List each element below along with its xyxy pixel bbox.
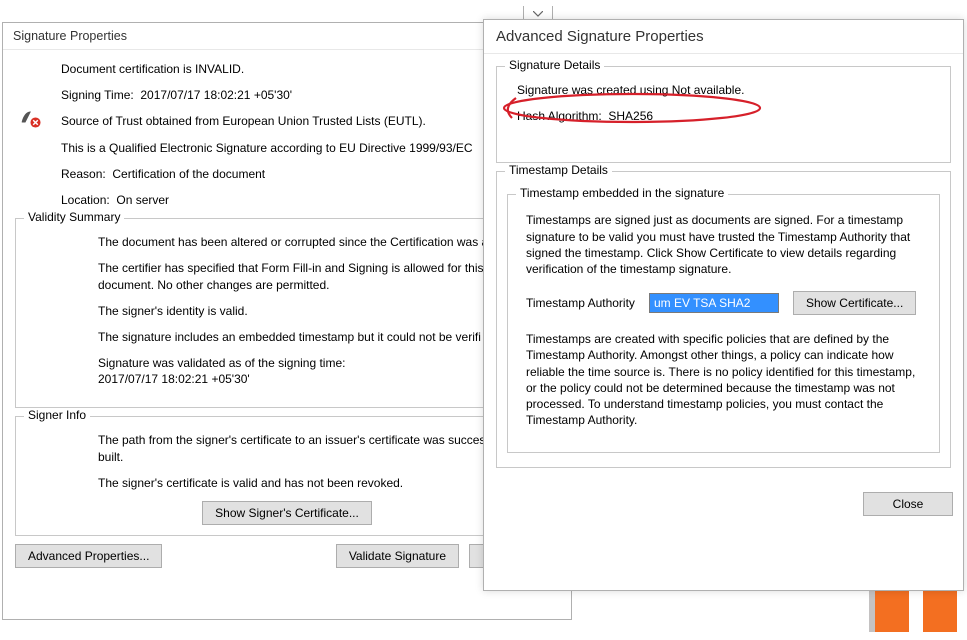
timestamp-details-legend: Timestamp Details: [505, 163, 612, 177]
signer-info-legend: Signer Info: [24, 408, 90, 422]
timestamp-authority-label: Timestamp Authority: [526, 296, 635, 310]
hash-algorithm-value: SHA256: [608, 109, 653, 123]
location-value: On server: [116, 193, 169, 207]
validity-summary-group: Validity Summary The document has been a…: [15, 218, 559, 408]
signer-line-2: The signer's certificate is valid and ha…: [98, 475, 548, 491]
reason-value: Certification of the document: [112, 167, 265, 181]
validity-line-4: The signature includes an embedded times…: [98, 329, 548, 345]
bg-orange-bars: [875, 586, 957, 632]
signer-info-group: Signer Info The path from the signer's c…: [15, 416, 559, 536]
signature-details-group: Signature Details Signature was created …: [496, 66, 951, 163]
validity-line-5a: Signature was validated as of the signin…: [98, 355, 548, 371]
show-signers-certificate-button[interactable]: Show Signer's Certificate...: [202, 501, 372, 525]
chevron-down-icon: [533, 11, 543, 17]
close-button[interactable]: Close: [863, 492, 953, 516]
advanced-signature-properties-dialog: Advanced Signature Properties Signature …: [483, 19, 964, 591]
validate-signature-button[interactable]: Validate Signature: [336, 544, 459, 568]
validity-line-2: The certifier has specified that Form Fi…: [98, 260, 528, 292]
reason-label: Reason:: [61, 167, 106, 181]
validity-line-5: Signature was validated as of the signin…: [98, 355, 548, 387]
signature-created-text: Signature was created using Not availabl…: [517, 82, 940, 98]
timestamp-embedded-group: Timestamp embedded in the signature Time…: [507, 194, 940, 453]
validity-line-3: The signer's identity is valid.: [98, 303, 548, 319]
timestamp-authority-field[interactable]: [649, 293, 779, 313]
dialog-title: Advanced Signature Properties: [484, 20, 963, 54]
timestamp-details-group: Timestamp Details Timestamp embedded in …: [496, 171, 951, 468]
hash-algorithm-label: Hash Algorithm:: [517, 109, 602, 123]
timestamp-embedded-legend: Timestamp embedded in the signature: [516, 186, 728, 200]
show-certificate-button[interactable]: Show Certificate...: [793, 291, 916, 315]
signer-line-1: The path from the signer's certificate t…: [98, 432, 528, 464]
signing-time-label: Signing Time:: [61, 88, 134, 102]
timestamp-paragraph-2: Timestamps are created with specific pol…: [526, 331, 926, 428]
signature-details-legend: Signature Details: [505, 58, 604, 72]
advanced-properties-button[interactable]: Advanced Properties...: [15, 544, 162, 568]
validity-summary-legend: Validity Summary: [24, 210, 124, 224]
validity-line-5b: 2017/07/17 18:02:21 +05'30': [98, 371, 548, 387]
invalid-signature-icon: [19, 106, 41, 128]
signing-time-value: 2017/07/17 18:02:21 +05'30': [140, 88, 292, 102]
validity-line-1: The document has been altered or corrupt…: [98, 234, 548, 250]
timestamp-paragraph-1: Timestamps are signed just as documents …: [526, 212, 926, 277]
location-label: Location:: [61, 193, 110, 207]
